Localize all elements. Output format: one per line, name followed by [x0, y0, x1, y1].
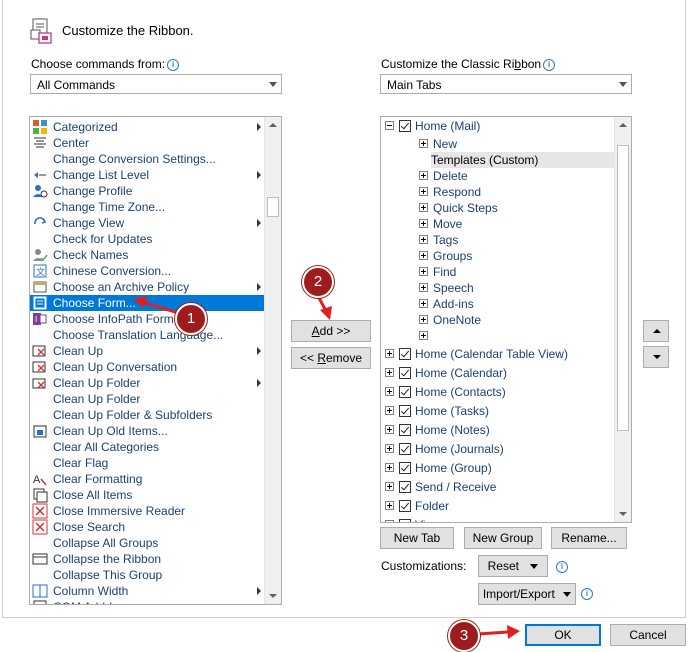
callout-badge-1: 1: [175, 303, 207, 335]
callout-badge-2: 2: [302, 266, 334, 298]
arrow-1-head: [133, 296, 147, 308]
arrow-1: [142, 300, 179, 315]
callout-badge-3: 3: [448, 620, 480, 652]
arrow-2-head: [320, 306, 332, 320]
arrow-3: [477, 630, 509, 636]
arrow-3-head: [507, 625, 520, 639]
annotation-arrows: [133, 295, 520, 639]
